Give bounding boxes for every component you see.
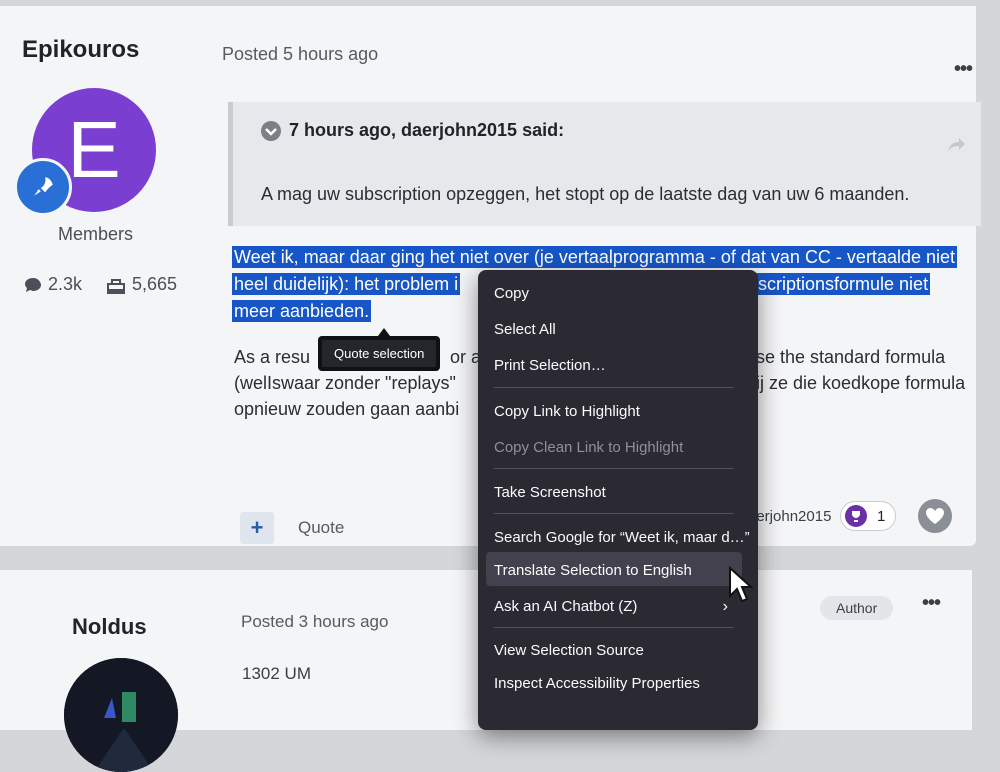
comment-count: 2.3k: [24, 274, 82, 295]
post-options-button[interactable]: •••: [954, 58, 973, 81]
menu-separator: [494, 468, 734, 469]
menu-item-view-source[interactable]: View Selection Source: [494, 642, 644, 659]
selected-line-2: heel duidelijk): het problem i: [232, 273, 461, 295]
menu-item-select-all[interactable]: Select All: [494, 321, 556, 338]
reputation-icon: [107, 278, 125, 294]
mouse-cursor-icon: [729, 566, 754, 603]
reaction-count-value: 1: [877, 507, 886, 525]
menu-separator: [494, 513, 734, 514]
comment-count-value: 2.3k: [48, 274, 83, 294]
rank-badge: [14, 158, 72, 216]
comment-icon: [25, 277, 41, 292]
quote-selection-arrow: [378, 328, 390, 336]
menu-item-ai-chatbot[interactable]: Ask an AI Chatbot (Z): [494, 598, 637, 615]
post-body-right: se the standard formula ij ze die koedko…: [756, 344, 976, 396]
menu-separator: [494, 627, 734, 628]
reputation-count: 5,665: [106, 274, 177, 295]
menu-item-copy-link-highlight[interactable]: Copy Link to Highlight: [494, 403, 640, 420]
menu-separator: [494, 387, 734, 388]
author-badge: Author: [820, 596, 894, 620]
react-button[interactable]: [918, 499, 952, 533]
chevron-down-circle-icon[interactable]: [261, 120, 281, 141]
post-options-button[interactable]: •••: [922, 592, 941, 615]
selected-line-4: meer aanbieden.: [232, 300, 372, 322]
selected-line-3: scriptionsformule niet: [756, 273, 931, 295]
quote-text: A mag uw subscription opzeggen, het stop…: [261, 184, 910, 204]
context-menu: Copy Select All Print Selection… Copy Li…: [478, 270, 758, 730]
avatar[interactable]: [64, 658, 178, 772]
reputation-count-value: 5,665: [132, 274, 178, 294]
body-line: ij ze die koedkope formula: [756, 373, 966, 393]
author-name[interactable]: Noldus: [72, 614, 147, 640]
selected-line-1: Weet ik, maar daar ging het niet over (j…: [232, 246, 958, 268]
avatar-image: [64, 658, 178, 772]
selected-text-right[interactable]: scriptionsformule niet: [756, 271, 931, 298]
menu-item-copy-clean-link: Copy Clean Link to Highlight: [494, 439, 684, 456]
quote-header[interactable]: 7 hours ago, daerjohn2015 said:: [261, 120, 564, 141]
menu-item-translate[interactable]: Translate Selection to English: [494, 562, 692, 579]
menu-item-copy[interactable]: Copy: [494, 285, 529, 302]
menu-item-print-selection[interactable]: Print Selection…: [494, 357, 606, 374]
menu-item-take-screenshot[interactable]: Take Screenshot: [494, 484, 606, 501]
heart-icon: [926, 508, 944, 524]
menu-item-inspect-accessibility[interactable]: Inspect Accessibility Properties: [494, 675, 700, 692]
member-group: Members: [58, 224, 134, 244]
post-timestamp[interactable]: Posted 3 hours ago: [241, 612, 388, 632]
reaction-count[interactable]: 1: [840, 501, 896, 531]
multiquote-button[interactable]: +: [240, 512, 274, 544]
rocket-icon: [34, 177, 53, 196]
quote-selection-button[interactable]: Quote selection: [318, 336, 441, 371]
post-body: 1302 UM: [242, 664, 311, 683]
trophy-icon: [845, 505, 867, 527]
post-timestamp[interactable]: Posted 5 hours ago: [222, 44, 378, 65]
body-line: se the standard formula: [756, 347, 946, 367]
quoted-post: 7 hours ago, daerjohn2015 said: A mag uw…: [228, 102, 981, 226]
quote-button[interactable]: Quote: [298, 518, 344, 538]
reacted-by[interactable]: aerjohn2015: [748, 508, 831, 525]
share-arrow-icon[interactable]: [947, 136, 967, 154]
author-name[interactable]: Epikouros: [22, 36, 139, 64]
menu-item-search-google[interactable]: Search Google for “Weet ik, maar d…”: [494, 529, 750, 546]
quote-citation: 7 hours ago, daerjohn2015 said:: [289, 120, 565, 140]
